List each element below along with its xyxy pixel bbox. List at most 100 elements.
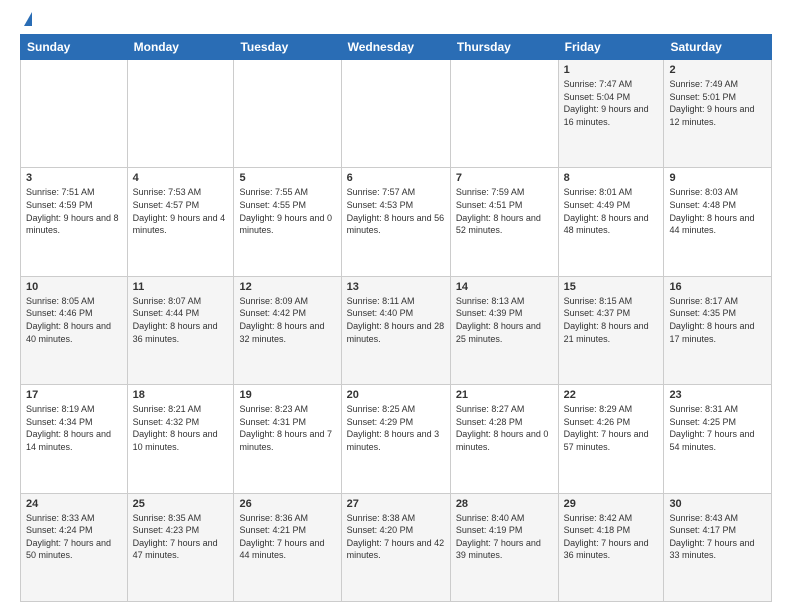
day-cell: 24 Sunrise: 8:33 AMSunset: 4:24 PMDayligh… <box>21 493 128 601</box>
day-number: 19 <box>239 389 335 401</box>
day-cell: 20 Sunrise: 8:25 AMSunset: 4:29 PMDayligh… <box>341 385 450 493</box>
day-cell: 8Sunrise: 8:01 AMSunset: 4:49 PMDaylight… <box>558 168 664 276</box>
day-number: 21 <box>456 389 553 401</box>
day-cell: 25Sunrise: 8:35 AMSunset: 4:23 PMDayligh… <box>127 493 234 601</box>
day-number: 22 <box>564 389 659 401</box>
day-info: Sunrise: 7:49 AMSunset: 5:01 PMDaylight:… <box>669 78 766 128</box>
week-row-4: 17 Sunrise: 8:19 AMSunset: 4:34 PMDayligh… <box>21 385 772 493</box>
day-info: Sunrise: 7:57 AMSunset: 4:53 PMDaylight:… <box>347 186 445 236</box>
header <box>20 16 772 26</box>
day-number: 6 <box>347 172 445 184</box>
day-cell <box>341 60 450 168</box>
day-number: 4 <box>133 172 229 184</box>
day-cell: 21 Sunrise: 8:27 AMSunset: 4:28 PMDayligh… <box>450 385 558 493</box>
day-cell: 7 Sunrise: 7:59 AMSunset: 4:51 PMDaylight… <box>450 168 558 276</box>
day-cell: 10 Sunrise: 8:05 AMSunset: 4:46 PMDayligh… <box>21 276 128 384</box>
day-info: Sunrise: 7:53 AMSunset: 4:57 PMDaylight:… <box>133 186 229 236</box>
day-info: Sunrise: 8:23 AMSunset: 4:31 PMDaylight:… <box>239 403 335 453</box>
weekday-header-saturday: Saturday <box>664 35 772 60</box>
day-number: 26 <box>239 498 335 510</box>
logo-icon <box>24 12 32 26</box>
day-cell: 3Sunrise: 7:51 AMSunset: 4:59 PMDaylight… <box>21 168 128 276</box>
day-number: 17 <box>26 389 122 401</box>
day-info: Sunrise: 8:11 AMSunset: 4:40 PMDaylight:… <box>347 295 445 345</box>
day-cell <box>450 60 558 168</box>
day-number: 18 <box>133 389 229 401</box>
weekday-header-sunday: Sunday <box>21 35 128 60</box>
day-info: Sunrise: 8:21 AMSunset: 4:32 PMDaylight:… <box>133 403 229 453</box>
week-row-3: 10 Sunrise: 8:05 AMSunset: 4:46 PMDayligh… <box>21 276 772 384</box>
day-cell: 13 Sunrise: 8:11 AMSunset: 4:40 PMDayligh… <box>341 276 450 384</box>
day-number: 7 <box>456 172 553 184</box>
weekday-header-wednesday: Wednesday <box>341 35 450 60</box>
day-cell: 2 Sunrise: 7:49 AMSunset: 5:01 PMDaylight… <box>664 60 772 168</box>
day-info: Sunrise: 7:55 AMSunset: 4:55 PMDaylight:… <box>239 186 335 236</box>
day-cell: 9 Sunrise: 8:03 AMSunset: 4:48 PMDaylight… <box>664 168 772 276</box>
day-info: Sunrise: 8:43 AMSunset: 4:17 PMDaylight:… <box>669 512 766 562</box>
day-info: Sunrise: 8:38 AMSunset: 4:20 PMDaylight:… <box>347 512 445 562</box>
day-number: 28 <box>456 498 553 510</box>
day-info: Sunrise: 8:17 AMSunset: 4:35 PMDaylight:… <box>669 295 766 345</box>
day-info: Sunrise: 8:07 AMSunset: 4:44 PMDaylight:… <box>133 295 229 345</box>
day-info: Sunrise: 8:40 AMSunset: 4:19 PMDaylight:… <box>456 512 553 562</box>
page: SundayMondayTuesdayWednesdayThursdayFrid… <box>0 0 792 612</box>
day-number: 12 <box>239 281 335 293</box>
day-cell: 22 Sunrise: 8:29 AMSunset: 4:26 PMDayligh… <box>558 385 664 493</box>
day-info: Sunrise: 7:47 AMSunset: 5:04 PMDaylight:… <box>564 78 659 128</box>
day-number: 13 <box>347 281 445 293</box>
day-info: Sunrise: 8:42 AMSunset: 4:18 PMDaylight:… <box>564 512 659 562</box>
day-cell <box>234 60 341 168</box>
day-info: Sunrise: 8:31 AMSunset: 4:25 PMDaylight:… <box>669 403 766 453</box>
day-info: Sunrise: 8:09 AMSunset: 4:42 PMDaylight:… <box>239 295 335 345</box>
weekday-header-friday: Friday <box>558 35 664 60</box>
day-cell <box>21 60 128 168</box>
day-info: Sunrise: 8:36 AMSunset: 4:21 PMDaylight:… <box>239 512 335 562</box>
day-cell: 12 Sunrise: 8:09 AMSunset: 4:42 PMDayligh… <box>234 276 341 384</box>
day-info: Sunrise: 7:59 AMSunset: 4:51 PMDaylight:… <box>456 186 553 236</box>
day-info: Sunrise: 8:15 AMSunset: 4:37 PMDaylight:… <box>564 295 659 345</box>
weekday-header-monday: Monday <box>127 35 234 60</box>
day-info: Sunrise: 8:29 AMSunset: 4:26 PMDaylight:… <box>564 403 659 453</box>
week-row-5: 24 Sunrise: 8:33 AMSunset: 4:24 PMDayligh… <box>21 493 772 601</box>
calendar: SundayMondayTuesdayWednesdayThursdayFrid… <box>20 34 772 602</box>
day-cell: 23Sunrise: 8:31 AMSunset: 4:25 PMDayligh… <box>664 385 772 493</box>
day-cell: 27Sunrise: 8:38 AMSunset: 4:20 PMDayligh… <box>341 493 450 601</box>
day-number: 25 <box>133 498 229 510</box>
day-info: Sunrise: 8:19 AMSunset: 4:34 PMDaylight:… <box>26 403 122 453</box>
day-info: Sunrise: 8:33 AMSunset: 4:24 PMDaylight:… <box>26 512 122 562</box>
day-number: 30 <box>669 498 766 510</box>
day-cell: 6 Sunrise: 7:57 AMSunset: 4:53 PMDaylight… <box>341 168 450 276</box>
day-number: 1 <box>564 64 659 76</box>
day-number: 10 <box>26 281 122 293</box>
weekday-header-thursday: Thursday <box>450 35 558 60</box>
day-cell: 16 Sunrise: 8:17 AMSunset: 4:35 PMDayligh… <box>664 276 772 384</box>
day-cell: 11Sunrise: 8:07 AMSunset: 4:44 PMDayligh… <box>127 276 234 384</box>
day-cell: 1 Sunrise: 7:47 AMSunset: 5:04 PMDaylight… <box>558 60 664 168</box>
day-number: 20 <box>347 389 445 401</box>
day-cell <box>127 60 234 168</box>
week-row-1: 1 Sunrise: 7:47 AMSunset: 5:04 PMDaylight… <box>21 60 772 168</box>
day-number: 14 <box>456 281 553 293</box>
weekday-header-tuesday: Tuesday <box>234 35 341 60</box>
day-number: 3 <box>26 172 122 184</box>
weekday-header-row: SundayMondayTuesdayWednesdayThursdayFrid… <box>21 35 772 60</box>
week-row-2: 3Sunrise: 7:51 AMSunset: 4:59 PMDaylight… <box>21 168 772 276</box>
day-info: Sunrise: 8:25 AMSunset: 4:29 PMDaylight:… <box>347 403 445 453</box>
day-cell: 26 Sunrise: 8:36 AMSunset: 4:21 PMDayligh… <box>234 493 341 601</box>
day-number: 16 <box>669 281 766 293</box>
day-number: 5 <box>239 172 335 184</box>
day-cell: 15Sunrise: 8:15 AMSunset: 4:37 PMDayligh… <box>558 276 664 384</box>
day-cell: 30 Sunrise: 8:43 AMSunset: 4:17 PMDayligh… <box>664 493 772 601</box>
day-info: Sunrise: 8:03 AMSunset: 4:48 PMDaylight:… <box>669 186 766 236</box>
day-cell: 19 Sunrise: 8:23 AMSunset: 4:31 PMDayligh… <box>234 385 341 493</box>
day-cell: 14Sunrise: 8:13 AMSunset: 4:39 PMDayligh… <box>450 276 558 384</box>
day-number: 24 <box>26 498 122 510</box>
day-number: 2 <box>669 64 766 76</box>
day-info: Sunrise: 8:27 AMSunset: 4:28 PMDaylight:… <box>456 403 553 453</box>
day-cell: 4 Sunrise: 7:53 AMSunset: 4:57 PMDaylight… <box>127 168 234 276</box>
day-info: Sunrise: 8:01 AMSunset: 4:49 PMDaylight:… <box>564 186 659 236</box>
logo <box>20 16 32 26</box>
day-cell: 28 Sunrise: 8:40 AMSunset: 4:19 PMDayligh… <box>450 493 558 601</box>
day-info: Sunrise: 8:05 AMSunset: 4:46 PMDaylight:… <box>26 295 122 345</box>
day-number: 9 <box>669 172 766 184</box>
